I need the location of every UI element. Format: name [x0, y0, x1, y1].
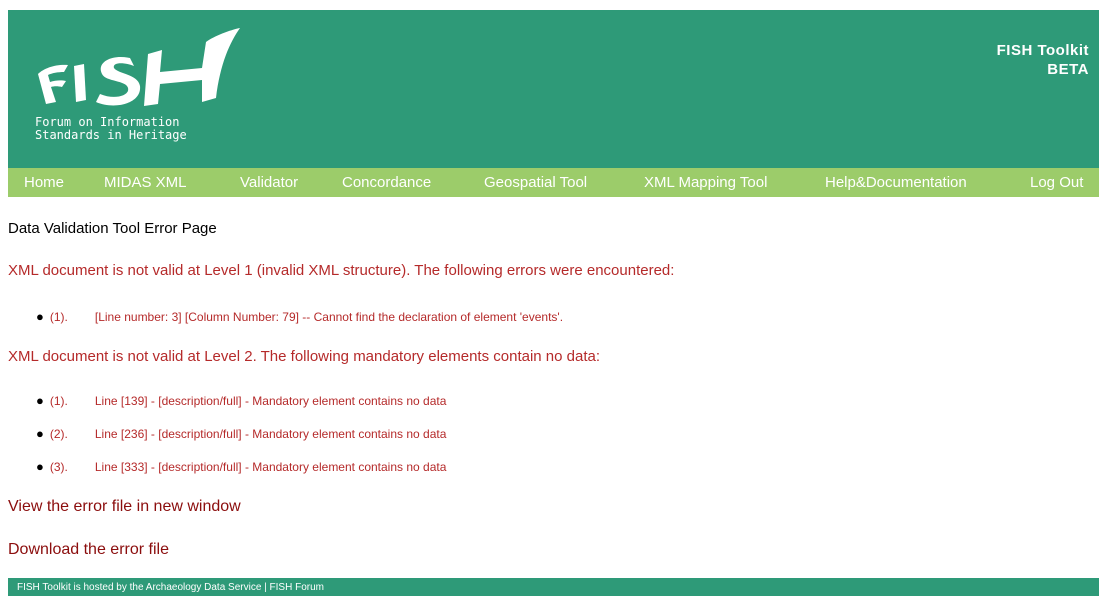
error-text: Line [139] - [description/full] - Mandat… [94, 393, 447, 408]
toolkit-title: FISH Toolkit [996, 42, 1089, 59]
logo-subtitle: Forum on Information Standards in Herita… [35, 116, 187, 142]
bullet-icon: ● [36, 459, 44, 474]
nav-validator[interactable]: Validator [240, 174, 298, 191]
nav-xml-mapping-tool[interactable]: XML Mapping Tool [644, 174, 767, 191]
bullet-icon: ● [36, 309, 44, 324]
nav-concordance[interactable]: Concordance [342, 174, 431, 191]
page-title: Data Validation Tool Error Page [8, 220, 217, 237]
nav-midas-xml[interactable]: MIDAS XML [104, 174, 187, 191]
bullet-icon: ● [36, 426, 44, 441]
level2-error-heading: XML document is not valid at Level 2. Th… [8, 348, 601, 365]
nav-help-documentation[interactable]: Help&Documentation [825, 174, 967, 191]
error-text: [Line number: 3] [Column Number: 79] -- … [94, 309, 564, 324]
bullet-icon: ● [36, 393, 44, 408]
level2-error-list: ● (1). Line [139] - [description/full] -… [36, 384, 446, 483]
error-number: (2). [49, 426, 68, 441]
error-number: (3). [49, 459, 68, 474]
error-number: (1). [49, 309, 68, 324]
view-error-file-link[interactable]: View the error file in new window [8, 498, 241, 516]
error-text: Line [333] - [description/full] - Mandat… [94, 459, 447, 474]
nav-home[interactable]: Home [24, 174, 64, 191]
error-text: Line [236] - [description/full] - Mandat… [94, 426, 447, 441]
site-footer: FISH Toolkit is hosted by the Archaeolog… [8, 578, 1099, 596]
level1-error-heading: XML document is not valid at Level 1 (in… [8, 262, 675, 279]
toolkit-title-block: FISH Toolkit BETA [997, 41, 1089, 79]
list-item: ● (3). Line [333] - [description/full] -… [36, 450, 446, 483]
nav-geospatial-tool[interactable]: Geospatial Tool [484, 174, 587, 191]
nav-log-out[interactable]: Log Out [1030, 174, 1083, 191]
download-error-file-link[interactable]: Download the error file [8, 541, 169, 559]
list-item: ● (2). Line [236] - [description/full] -… [36, 417, 446, 450]
level1-error-list: ● (1). [Line number: 3] [Column Number: … [36, 300, 563, 333]
logo-subtitle-line: Standards in Heritage [35, 128, 187, 142]
error-number: (1). [49, 393, 68, 408]
fish-logo[interactable] [34, 28, 244, 108]
site-header: Forum on Information Standards in Herita… [8, 10, 1099, 168]
list-item: ● (1). Line [139] - [description/full] -… [36, 384, 446, 417]
beta-badge: BETA [1047, 61, 1089, 78]
main-nav: Home MIDAS XML Validator Concordance Geo… [8, 168, 1099, 197]
list-item: ● (1). [Line number: 3] [Column Number: … [36, 300, 563, 333]
